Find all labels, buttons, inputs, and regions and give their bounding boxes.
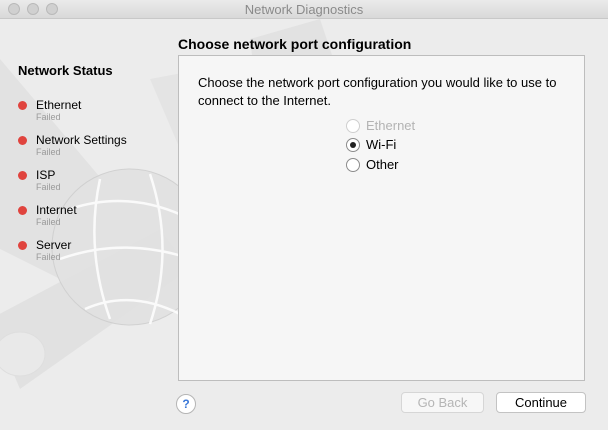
status-failed-icon bbox=[18, 241, 27, 250]
continue-button[interactable]: Continue bbox=[496, 392, 586, 413]
prompt-text: Choose the network port configuration yo… bbox=[198, 75, 557, 108]
section-title: Choose network port configuration bbox=[178, 36, 412, 52]
status-item-status: Failed bbox=[36, 182, 61, 192]
status-failed-icon bbox=[18, 101, 27, 110]
network-status-heading: Network Status bbox=[18, 63, 113, 78]
help-button[interactable]: ? bbox=[176, 394, 196, 414]
other-radio[interactable] bbox=[346, 158, 360, 172]
status-item-status: Failed bbox=[36, 112, 61, 122]
status-failed-icon bbox=[18, 136, 27, 145]
status-failed-icon bbox=[18, 206, 27, 215]
other-radio-label[interactable]: Other bbox=[366, 157, 399, 172]
ethernet-radio bbox=[346, 119, 360, 133]
window-title: Network Diagnostics bbox=[244, 2, 364, 17]
wifi-radio[interactable] bbox=[346, 138, 360, 152]
status-item-label: ISP bbox=[36, 168, 56, 182]
status-item-status: Failed bbox=[36, 217, 61, 227]
status-item-status: Failed bbox=[36, 252, 61, 262]
status-failed-icon bbox=[18, 171, 27, 180]
status-item-label: Network Settings bbox=[36, 133, 127, 147]
configuration-panel: Choose the network port configuration yo… bbox=[178, 55, 585, 381]
wifi-radio-label[interactable]: Wi-Fi bbox=[366, 137, 396, 152]
ethernet-radio-label: Ethernet bbox=[366, 118, 416, 133]
status-item-label: Internet bbox=[36, 203, 77, 217]
title-bar: Network Diagnostics bbox=[0, 0, 608, 19]
status-item-label: Ethernet bbox=[36, 98, 82, 112]
go-back-button: Go Back bbox=[401, 392, 484, 413]
status-item-label: Server bbox=[36, 238, 72, 252]
status-item-status: Failed bbox=[36, 147, 61, 157]
